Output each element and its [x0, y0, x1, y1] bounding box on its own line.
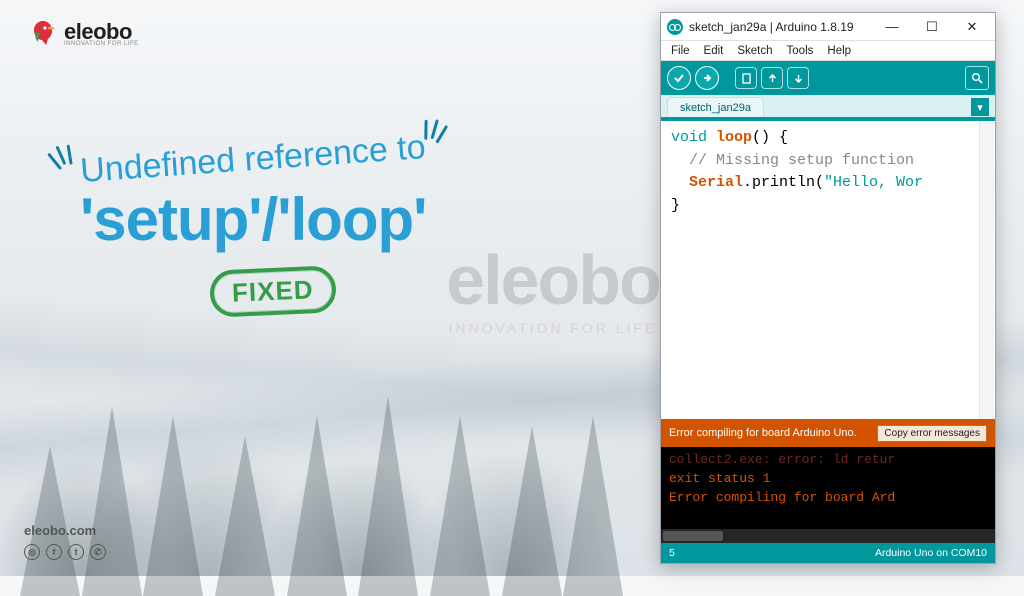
console-line: Error compiling for board Ard	[669, 490, 895, 505]
minimize-button[interactable]: —	[875, 16, 909, 38]
window-titlebar[interactable]: sketch_jan29a | Arduino 1.8.19 — ☐ ✕	[661, 13, 995, 41]
twitter-icon[interactable]: t	[68, 544, 84, 560]
tab-menu-button[interactable]: ▾	[971, 98, 989, 116]
tab-row: sketch_jan29a ▾	[661, 95, 995, 121]
upload-button[interactable]	[695, 66, 719, 90]
error-status-bar: Error compiling for board Arduino Uno. C…	[661, 419, 995, 447]
console-line: exit status 1	[669, 471, 770, 486]
code-brace: }	[671, 197, 680, 214]
menu-help[interactable]: Help	[821, 43, 857, 59]
code-function: loop	[716, 129, 752, 146]
brand-tagline: INNOVATION FOR LIFE	[64, 41, 139, 47]
copy-error-button[interactable]: Copy error messages	[877, 425, 987, 442]
parrot-icon	[28, 18, 58, 48]
ide-status-bar: 5 Arduino Uno on COM10	[661, 543, 995, 563]
editor-scrollbar[interactable]	[979, 121, 994, 419]
console-output[interactable]: collect2.exe: error: ld returexit status…	[661, 447, 995, 529]
footer-links: eleobo.com ◎ f t ✆	[24, 523, 106, 560]
social-row: ◎ f t ✆	[24, 544, 106, 560]
code-string: "Hello, Wor	[824, 174, 923, 191]
maximize-button[interactable]: ☐	[915, 16, 949, 38]
verify-button[interactable]	[667, 66, 691, 90]
headline-line1: Undefined reference to	[79, 128, 427, 191]
headline-line2: 'setup'/'loop'	[80, 185, 580, 254]
sketch-tab[interactable]: sketch_jan29a	[667, 97, 764, 117]
status-board-port: Arduino Uno on COM10	[875, 547, 987, 559]
window-title: sketch_jan29a | Arduino 1.8.19	[689, 20, 869, 34]
menu-sketch[interactable]: Sketch	[731, 43, 778, 59]
website-url: eleobo.com	[24, 523, 106, 538]
console-scrollbar[interactable]	[661, 529, 995, 543]
code-comment: // Missing setup function	[689, 152, 914, 169]
console-line-faded: collect2.exe: error: ld retur	[669, 451, 987, 470]
menu-bar: File Edit Sketch Tools Help	[661, 41, 995, 61]
brand-logo: eleobo INNOVATION FOR LIFE	[28, 18, 139, 48]
menu-edit[interactable]: Edit	[698, 43, 730, 59]
fixed-stamp: FIXED	[209, 265, 337, 317]
whatsapp-icon[interactable]: ✆	[90, 544, 106, 560]
toolbar	[661, 61, 995, 95]
save-button[interactable]	[787, 67, 809, 89]
code-text: () {	[752, 129, 788, 146]
new-button[interactable]	[735, 67, 757, 89]
error-message: Error compiling for board Arduino Uno.	[669, 427, 871, 439]
instagram-icon[interactable]: ◎	[24, 544, 40, 560]
menu-file[interactable]: File	[665, 43, 696, 59]
serial-monitor-button[interactable]	[965, 66, 989, 90]
menu-tools[interactable]: Tools	[781, 43, 820, 59]
headline-line1-text: Undefined reference to	[79, 128, 427, 190]
code-editor[interactable]: void loop() { // Missing setup function …	[661, 121, 995, 419]
accent-marks-icon	[416, 106, 453, 151]
arduino-app-icon	[667, 19, 683, 35]
code-method: .println(	[743, 174, 824, 191]
facebook-icon[interactable]: f	[46, 544, 62, 560]
open-button[interactable]	[761, 67, 783, 89]
accent-marks-icon	[40, 132, 81, 179]
close-button[interactable]: ✕	[955, 16, 989, 38]
code-object: Serial	[689, 174, 743, 191]
code-keyword: void	[671, 129, 707, 146]
headline: Undefined reference to 'setup'/'loop' FI…	[80, 140, 580, 315]
status-line-number: 5	[669, 547, 675, 559]
arduino-window: sketch_jan29a | Arduino 1.8.19 — ☐ ✕ Fil…	[660, 12, 996, 564]
